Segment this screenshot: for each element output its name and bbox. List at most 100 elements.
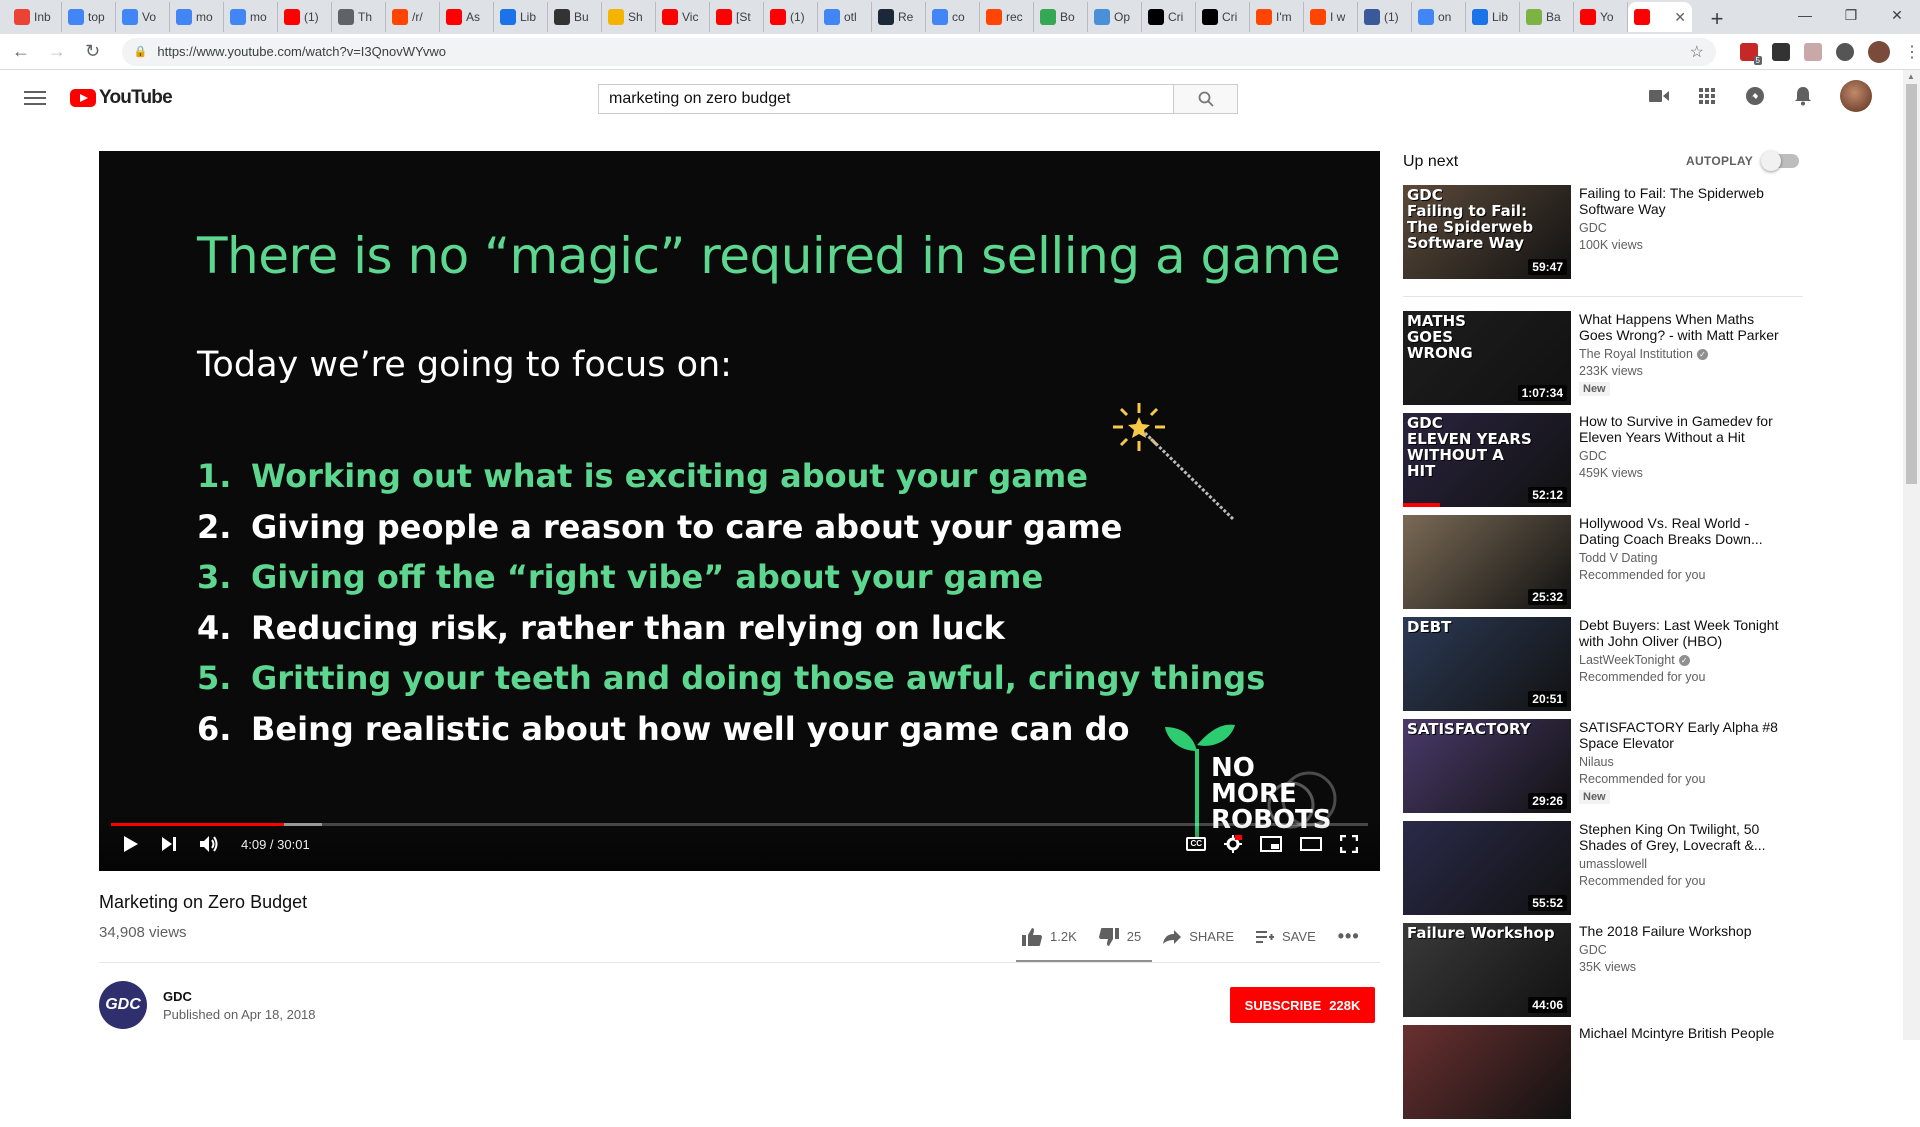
- video-thumbnail[interactable]: DEBT 20:51: [1403, 617, 1571, 711]
- user-avatar[interactable]: [1840, 80, 1872, 112]
- recommended-video[interactable]: 55:52 Stephen King On Twilight, 50 Shades…: [1403, 821, 1803, 923]
- eye-extension-icon[interactable]: [1836, 42, 1854, 61]
- miniplayer-icon[interactable]: [1260, 836, 1282, 852]
- browser-tab[interactable]: I w: [1304, 2, 1358, 32]
- browser-tab[interactable]: rec: [980, 2, 1034, 32]
- video-thumbnail[interactable]: 25:32: [1403, 515, 1571, 609]
- subscribe-button[interactable]: SUBSCRIBE 228K: [1230, 987, 1375, 1023]
- browser-tab[interactable]: Cri: [1196, 2, 1250, 32]
- browser-tab[interactable]: I'm: [1250, 2, 1304, 32]
- close-tab-icon[interactable]: ✕: [1674, 9, 1686, 26]
- maximize-icon[interactable]: ❐: [1828, 0, 1874, 30]
- recommended-video-title[interactable]: Debt Buyers: Last Week Tonight with John…: [1579, 617, 1789, 649]
- play-icon[interactable]: [123, 835, 139, 853]
- back-icon[interactable]: ←: [6, 37, 36, 67]
- guide-menu-icon[interactable]: [24, 91, 46, 105]
- volume-icon[interactable]: [199, 835, 219, 853]
- browser-tab[interactable]: Bo: [1034, 2, 1088, 32]
- recommended-video-title[interactable]: SATISFACTORY Early Alpha #8 Space Elevat…: [1579, 719, 1789, 751]
- recommended-video-title[interactable]: How to Survive in Gamedev for Eleven Yea…: [1579, 413, 1789, 445]
- browser-profile-avatar[interactable]: [1868, 40, 1890, 63]
- browser-tab[interactable]: Lib: [494, 2, 548, 32]
- recommended-channel[interactable]: GDC: [1579, 449, 1789, 463]
- video-thumbnail[interactable]: SATISFACTORY 29:26: [1403, 719, 1571, 813]
- browser-tab[interactable]: Inb: [8, 2, 62, 32]
- scroll-up-icon[interactable]: ▲: [1907, 72, 1915, 81]
- video-thumbnail[interactable]: GDC ELEVEN YEARS WITHOUT A HIT 52:12: [1403, 413, 1571, 507]
- recommended-channel[interactable]: GDC: [1579, 221, 1789, 235]
- recommended-video[interactable]: DEBT 20:51 Debt Buyers: Last Week Tonight …: [1403, 617, 1803, 719]
- browser-tab[interactable]: Lib: [1466, 2, 1520, 32]
- recommended-video[interactable]: MATHS GOES WRONG 1:07:34 What Happens When…: [1403, 311, 1803, 413]
- browser-tab[interactable]: [St: [710, 2, 764, 32]
- browser-tab[interactable]: As: [440, 2, 494, 32]
- address-bar[interactable]: 🔒 https://www.youtube.com/watch?v=I3Qnov…: [121, 37, 1716, 66]
- video-thumbnail[interactable]: GDC Failing to Fail: The Spiderweb Softw…: [1403, 185, 1571, 279]
- autoplay-switch[interactable]: [1761, 151, 1800, 171]
- browser-tab[interactable]: (1): [764, 2, 818, 32]
- settings-gear-icon[interactable]: [1224, 835, 1242, 853]
- recommended-video-title[interactable]: Failing to Fail: The Spiderweb Software …: [1579, 185, 1789, 217]
- dislike-button[interactable]: 25: [1098, 927, 1141, 946]
- apps-grid-icon[interactable]: [1696, 85, 1718, 107]
- browser-tab[interactable]: Op: [1088, 2, 1142, 32]
- share-button[interactable]: SHARE: [1163, 929, 1234, 944]
- video-thumbnail[interactable]: MATHS GOES WRONG 1:07:34: [1403, 311, 1571, 405]
- extension-badge-icon[interactable]: 5: [1740, 42, 1762, 65]
- recommended-video[interactable]: SATISFACTORY 29:26 SATISFACTORY Early Alph…: [1403, 719, 1803, 821]
- browser-tab[interactable]: mo: [170, 2, 224, 32]
- recommended-video-title[interactable]: Stephen King On Twilight, 50 Shades of G…: [1579, 821, 1789, 853]
- browser-tab[interactable]: Cri: [1142, 2, 1196, 32]
- recommended-video[interactable]: GDC Failing to Fail: The Spiderweb Softw…: [1403, 185, 1803, 297]
- browser-tab[interactable]: top: [62, 2, 116, 32]
- browser-tab[interactable]: on: [1412, 2, 1466, 32]
- recommended-video-title[interactable]: Hollywood Vs. Real World - Dating Coach …: [1579, 515, 1789, 547]
- search-input[interactable]: [598, 84, 1174, 114]
- autoplay-toggle[interactable]: AUTOPLAY: [1686, 151, 1800, 171]
- bookmark-star-icon[interactable]: ☆: [1690, 42, 1704, 62]
- recommended-channel[interactable]: LastWeekTonight ✓: [1579, 653, 1789, 667]
- video-thumbnail[interactable]: 55:52: [1403, 821, 1571, 915]
- forward-icon[interactable]: →: [42, 37, 72, 67]
- browser-tab[interactable]: Vo: [116, 2, 170, 32]
- recommended-channel[interactable]: Todd V Dating: [1579, 551, 1789, 565]
- more-actions-button[interactable]: •••: [1338, 926, 1360, 947]
- browser-tab[interactable]: otl: [818, 2, 872, 32]
- progress-bar[interactable]: [111, 823, 1368, 826]
- recommended-video[interactable]: GDC ELEVEN YEARS WITHOUT A HIT 52:12 How t…: [1403, 413, 1803, 515]
- channel-avatar[interactable]: GDC: [99, 981, 147, 1029]
- fullscreen-icon[interactable]: [1340, 835, 1358, 853]
- recommended-video[interactable]: Michael Mcintyre British People: [1403, 1025, 1803, 1127]
- browser-tab[interactable]: Th: [332, 2, 386, 32]
- browser-tab[interactable]: mo: [224, 2, 278, 32]
- close-window-icon[interactable]: ✕: [1874, 0, 1920, 30]
- browser-tab[interactable]: ✕: [1628, 2, 1692, 32]
- recommended-channel[interactable]: umasslowell: [1579, 857, 1789, 871]
- recommended-video[interactable]: Failure Workshop 44:06 The 2018 Failure Wo…: [1403, 923, 1803, 1025]
- browser-tab[interactable]: Sh: [602, 2, 656, 32]
- recommended-channel[interactable]: Nilaus: [1579, 755, 1789, 769]
- minimize-icon[interactable]: —: [1782, 0, 1828, 30]
- browser-tab[interactable]: Ba: [1520, 2, 1574, 32]
- recommended-video[interactable]: 25:32 Hollywood Vs. Real World - Dating C…: [1403, 515, 1803, 617]
- recommended-channel[interactable]: The Royal Institution ✓: [1579, 347, 1789, 361]
- browser-tab[interactable]: (1): [278, 2, 332, 32]
- browser-tab[interactable]: Bu: [548, 2, 602, 32]
- notifications-bell-icon[interactable]: [1792, 85, 1814, 107]
- recommended-channel[interactable]: GDC: [1579, 943, 1789, 957]
- table-extension-icon[interactable]: [1772, 42, 1790, 61]
- reload-icon[interactable]: ↻: [78, 37, 108, 67]
- browser-menu-icon[interactable]: ⋮: [1904, 42, 1920, 62]
- browser-tab[interactable]: Yo: [1574, 2, 1628, 32]
- browser-tab[interactable]: (1): [1358, 2, 1412, 32]
- image-extension-icon[interactable]: [1804, 42, 1822, 61]
- recommended-video-title[interactable]: What Happens When Maths Goes Wrong? - wi…: [1579, 311, 1789, 343]
- browser-tab[interactable]: co: [926, 2, 980, 32]
- new-tab-button[interactable]: +: [1702, 4, 1732, 34]
- youtube-logo[interactable]: YouTube: [70, 87, 173, 109]
- next-icon[interactable]: [161, 836, 177, 852]
- like-button[interactable]: 1.2K: [1022, 927, 1077, 946]
- browser-tab[interactable]: /r/: [386, 2, 440, 32]
- scrollbar-thumb[interactable]: [1906, 84, 1917, 484]
- browser-tab[interactable]: Vic: [656, 2, 710, 32]
